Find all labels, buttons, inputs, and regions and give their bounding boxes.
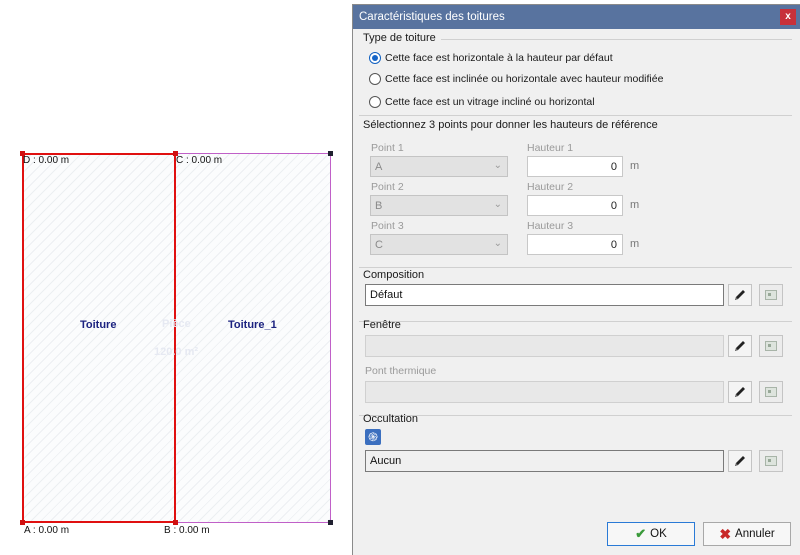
cancel-label: Annuler: [735, 528, 775, 540]
roof-label-toiture-1[interactable]: Toiture_1: [228, 319, 277, 331]
window-edit-button[interactable]: [728, 335, 752, 357]
occultation-symbol-icon[interactable]: ֍: [365, 429, 381, 445]
height-3-unit: m: [630, 238, 640, 250]
window-header: Fenêtre: [363, 319, 401, 331]
window-image-button[interactable]: [759, 335, 783, 357]
pen-icon: [735, 341, 745, 351]
corner-b-label: B : 0.00 m: [164, 525, 210, 536]
room-name-ghost: Pièce: [162, 318, 191, 330]
composition-header: Composition: [363, 269, 425, 281]
pen-icon: [735, 456, 745, 466]
height-2-label: Hauteur 2: [527, 181, 574, 193]
check-icon: ✔: [635, 526, 647, 541]
chevron-down-icon: ⌄: [493, 199, 502, 210]
height-1-value: 0: [610, 160, 617, 173]
roof-label-toiture[interactable]: Toiture: [80, 319, 116, 331]
point-2-select[interactable]: B ⌄: [370, 195, 508, 216]
roof-type-option-glazing[interactable]: Cette face est un vitrage incliné ou hor…: [369, 96, 595, 108]
height-1-input[interactable]: 0: [527, 156, 623, 177]
composition-field[interactable]: Défaut: [365, 284, 724, 306]
occultation-image-button[interactable]: [759, 450, 783, 472]
roof-type-option-label: Cette face est inclinée ou horizontale a…: [385, 73, 664, 85]
occultation-header: Occultation: [363, 413, 419, 425]
corner-right-bottom-handle[interactable]: [328, 520, 333, 525]
point-1-value: A: [375, 160, 383, 173]
height-1-unit: m: [630, 160, 640, 172]
thermal-bridge-label: Pont thermique: [365, 365, 437, 377]
dialog-titlebar[interactable]: Caractéristiques des toitures x: [353, 5, 800, 29]
ok-button[interactable]: ✔ OK: [607, 522, 695, 546]
roof-type-header: Type de toiture: [363, 32, 436, 44]
cancel-button[interactable]: ✖ Annuler: [703, 522, 791, 546]
thermal-bridge-edit-button[interactable]: [728, 381, 752, 403]
roof-type-option-inclined[interactable]: Cette face est inclinée ou horizontale a…: [369, 73, 663, 85]
occultation-divider: [359, 415, 792, 416]
image-icon: [765, 387, 777, 397]
reference-divider-top: [359, 115, 792, 116]
occultation-field[interactable]: Aucun: [365, 450, 724, 472]
height-3-input[interactable]: 0: [527, 234, 623, 255]
height-2-unit: m: [630, 199, 640, 211]
ok-label: OK: [650, 528, 667, 540]
corner-a-label: A : 0.00 m: [24, 525, 70, 536]
reference-header: Sélectionnez 3 points pour donner les ha…: [363, 119, 658, 131]
radio-glazing[interactable]: [369, 96, 381, 108]
height-3-value: 0: [610, 238, 617, 251]
roof-type-divider: [441, 39, 792, 40]
radio-inclined[interactable]: [369, 73, 381, 85]
point-1-select[interactable]: A ⌄: [370, 156, 508, 177]
image-icon: [765, 290, 777, 300]
dialog-title: Caractéristiques des toitures: [359, 11, 505, 23]
composition-image-button[interactable]: [759, 284, 783, 306]
corner-d-label: D : 0.00 m: [23, 155, 70, 166]
close-icon: x: [785, 11, 791, 22]
height-2-value: 0: [610, 199, 617, 212]
point-2-value: B: [375, 199, 383, 212]
occultation-glyph: ֍: [368, 430, 378, 444]
composition-value: Défaut: [370, 289, 403, 301]
corner-c-label: C : 0.00 m: [176, 155, 223, 166]
pen-icon: [735, 387, 745, 397]
room-area-ghost: 120.0 m²: [154, 346, 199, 358]
composition-edit-button[interactable]: [728, 284, 752, 306]
pen-icon: [735, 290, 745, 300]
image-icon: [765, 341, 777, 351]
height-2-input[interactable]: 0: [527, 195, 623, 216]
height-1-label: Hauteur 1: [527, 142, 574, 154]
roof-properties-dialog: Caractéristiques des toitures x Type de …: [352, 4, 800, 555]
roof-type-option-label: Cette face est horizontale à la hauteur …: [385, 52, 613, 64]
plan-canvas[interactable]: D : 0.00 m C : 0.00 m A : 0.00 m B : 0.0…: [0, 0, 352, 555]
point-2-label: Point 2: [371, 181, 404, 193]
cross-icon: ✖: [719, 525, 732, 542]
point-3-value: C: [375, 238, 383, 251]
corner-right-top-handle[interactable]: [328, 151, 333, 156]
point-3-select[interactable]: C ⌄: [370, 234, 508, 255]
composition-divider: [359, 267, 792, 268]
point-3-label: Point 3: [371, 220, 404, 232]
point-1-label: Point 1: [371, 142, 404, 154]
thermal-bridge-image-button[interactable]: [759, 381, 783, 403]
thermal-bridge-field[interactable]: [365, 381, 724, 403]
radio-default-checked[interactable]: [369, 52, 381, 64]
height-3-label: Hauteur 3: [527, 220, 574, 232]
roof-type-option-label: Cette face est un vitrage incliné ou hor…: [385, 96, 595, 108]
occultation-value: Aucun: [370, 455, 402, 467]
close-button[interactable]: x: [780, 9, 796, 25]
window-divider: [359, 321, 792, 322]
window-field[interactable]: [365, 335, 724, 357]
selected-roof-outline[interactable]: [22, 153, 176, 523]
chevron-down-icon: ⌄: [493, 160, 502, 171]
chevron-down-icon: ⌄: [493, 238, 502, 249]
room-toiture-1-outline[interactable]: [175, 153, 331, 523]
occultation-edit-button[interactable]: [728, 450, 752, 472]
roof-type-option-default[interactable]: Cette face est horizontale à la hauteur …: [369, 52, 613, 64]
image-icon: [765, 456, 777, 466]
